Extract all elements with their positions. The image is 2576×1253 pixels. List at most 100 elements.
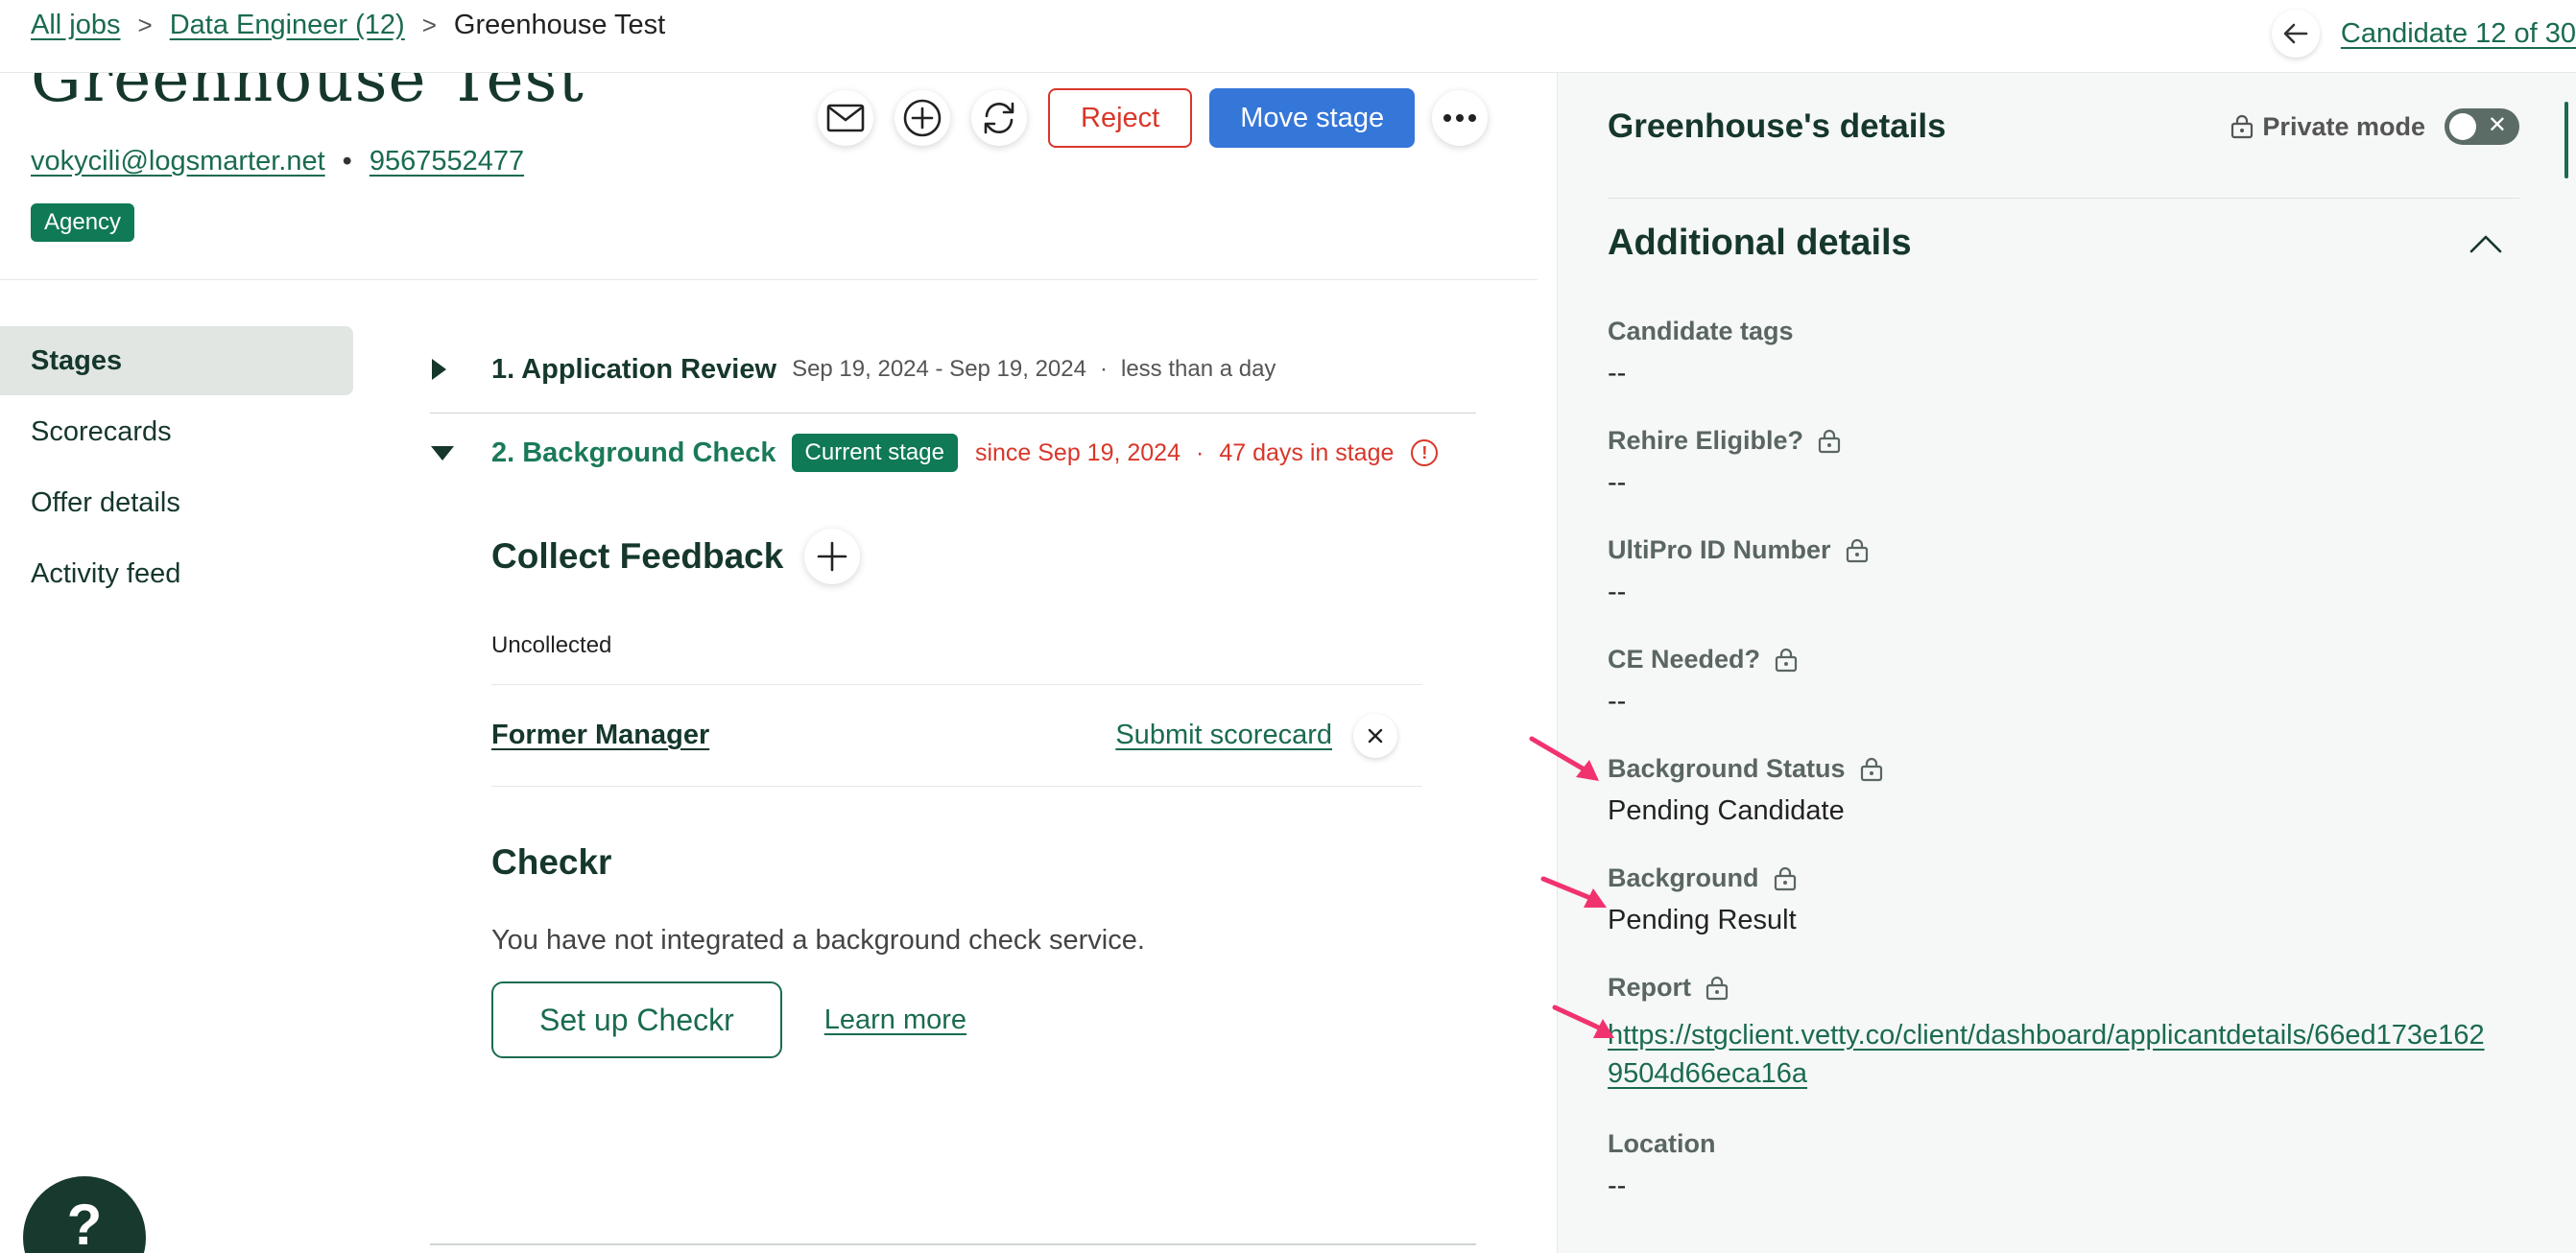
lock-icon: [1860, 757, 1882, 781]
stage-row-background-check[interactable]: 2. Background Check Current stage since …: [430, 419, 1476, 486]
plus-icon: [818, 541, 847, 572]
add-button[interactable]: [894, 90, 950, 146]
stage-duration: less than a day: [1120, 356, 1276, 382]
additional-details-header[interactable]: Additional details: [1608, 223, 2519, 264]
stage-divider: [430, 413, 1476, 414]
triangle-right-icon: [432, 359, 446, 380]
close-icon: [1368, 728, 1383, 743]
transfer-button[interactable]: [971, 90, 1027, 146]
toggle-knob: [2449, 113, 2476, 140]
field-background: Background Pending Result: [1608, 863, 2519, 936]
breadcrumb: All jobs > Data Engineer (12) > Greenhou…: [31, 10, 665, 41]
lock-icon: [1705, 976, 1729, 1000]
add-interviewer-button[interactable]: [804, 529, 861, 584]
help-button[interactable]: ?: [23, 1176, 146, 1253]
nav-item-scorecards[interactable]: Scorecards: [0, 397, 353, 466]
field-value: --: [1608, 467, 1627, 498]
field-value: --: [1608, 686, 1627, 717]
source-badge: Agency: [31, 203, 135, 242]
stages-bottom-divider: [430, 1243, 1476, 1245]
chevron-up-icon[interactable]: [2469, 234, 2502, 253]
field-label-text: Report: [1608, 973, 1691, 1002]
help-icon: ?: [66, 1193, 103, 1253]
field-ce-needed: CE Needed? --: [1608, 645, 2519, 718]
toggle-x-icon: ✕: [2487, 112, 2507, 138]
candidate-email-link[interactable]: vokycili@logsmarter.net: [31, 146, 325, 177]
field-label-text: Rehire Eligible?: [1608, 426, 1804, 455]
remove-interviewer-button[interactable]: [1353, 713, 1397, 758]
nav-item-stages[interactable]: Stages: [0, 326, 353, 395]
field-candidate-tags: Candidate tags --: [1608, 317, 2519, 390]
meta-separator: ·: [1196, 438, 1205, 466]
private-mode-toggle[interactable]: ✕: [2445, 108, 2519, 145]
candidate-phone-link[interactable]: 9567552477: [370, 146, 524, 177]
additional-details-title: Additional details: [1608, 223, 1912, 263]
breadcrumb-separator-icon: >: [137, 11, 153, 39]
breadcrumb-all-jobs[interactable]: All jobs: [31, 10, 121, 41]
private-mode-control: Private mode ✕: [2230, 108, 2519, 145]
field-rehire-eligible: Rehire Eligible? --: [1608, 426, 2519, 499]
field-label-text: Location: [1608, 1129, 1716, 1158]
breadcrumb-job[interactable]: Data Engineer (12): [170, 10, 405, 41]
lock-icon: [1774, 866, 1796, 890]
previous-candidate-button[interactable]: [2271, 10, 2320, 58]
left-nav: Stages Scorecards Offer details Activity…: [0, 326, 353, 610]
stage-title-current: 2. Background Check: [491, 437, 776, 468]
expand-stage-toggle[interactable]: [430, 358, 459, 381]
move-stage-button[interactable]: Move stage: [1209, 88, 1416, 148]
feedback-row: Former Manager Submit scorecard: [491, 685, 1422, 787]
breadcrumb-current: Greenhouse Test: [453, 10, 666, 40]
plus-circle-icon: [903, 99, 942, 137]
email-button[interactable]: [818, 90, 873, 146]
details-panel: Greenhouse's details Private mode ✕ Addi…: [1557, 73, 2576, 1253]
current-stage-badge: Current stage: [791, 434, 958, 472]
collect-feedback-title: Collect Feedback: [491, 536, 784, 576]
additional-details-fields: Candidate tags -- Rehire Eligible? -- Ul…: [1608, 317, 2519, 1239]
learn-more-link[interactable]: Learn more: [824, 1005, 966, 1036]
annotation-arrow-icon: [1552, 1005, 1614, 1038]
more-actions-button[interactable]: [1432, 90, 1489, 146]
field-report: Report https://stgclient.vetty.co/client…: [1608, 973, 2519, 1093]
reject-button[interactable]: Reject: [1048, 88, 1193, 148]
field-label: UltiPro ID Number: [1608, 535, 2519, 565]
mail-icon: [826, 104, 865, 132]
nav-item-offer-details[interactable]: Offer details: [0, 468, 353, 537]
lock-icon: [2231, 114, 2254, 139]
details-panel-title: Greenhouse's details: [1608, 107, 1946, 145]
collapse-stage-toggle[interactable]: [430, 444, 459, 461]
field-ultipro-id: UltiPro ID Number --: [1608, 535, 2519, 608]
candidate-navigation: Candidate 12 of 30: [2271, 10, 2576, 58]
stage-overdue-meta: since Sep 19, 2024 · 47 days in stage !: [975, 438, 1439, 467]
header-divider: [0, 279, 1538, 280]
breadcrumb-separator-icon: >: [421, 11, 437, 39]
setup-checkr-button[interactable]: Set up Checkr: [491, 981, 782, 1058]
checkr-section: Checkr You have not integrated a backgro…: [491, 842, 1476, 1058]
stage-date-range: Sep 19, 2024 - Sep 19, 2024: [792, 356, 1086, 382]
field-label: Rehire Eligible?: [1608, 426, 2519, 456]
top-bar: All jobs > Data Engineer (12) > Greenhou…: [0, 0, 2576, 73]
field-value: Pending Result: [1608, 905, 1797, 935]
field-label-text: Background Status: [1608, 754, 1846, 783]
submit-scorecard-link[interactable]: Submit scorecard: [1115, 720, 1332, 751]
stage-dates: Sep 19, 2024 - Sep 19, 2024 · less than a …: [792, 356, 1276, 383]
field-location: Location --: [1608, 1129, 2519, 1202]
panel-scrollbar[interactable]: [2564, 102, 2568, 178]
stages-list: 1. Application Review Sep 19, 2024 - Sep…: [430, 336, 1476, 1058]
candidate-position-link[interactable]: Candidate 12 of 30: [2341, 18, 2576, 50]
stage-days: 47 days in stage: [1219, 438, 1395, 466]
refresh-icon: [984, 102, 1014, 134]
field-value: --: [1608, 358, 1627, 389]
alert-circle-icon[interactable]: !: [1411, 439, 1439, 466]
field-label-text: Background: [1608, 863, 1759, 892]
report-link[interactable]: https://stgclient.vetty.co/client/dashbo…: [1608, 1016, 2491, 1093]
field-value: --: [1608, 1170, 1627, 1201]
candidate-contact: vokycili@logsmarter.net • 9567552477: [31, 146, 524, 177]
stage-row-application-review[interactable]: 1. Application Review Sep 19, 2024 - Sep…: [430, 336, 1476, 403]
field-value: Pending Candidate: [1608, 795, 1845, 826]
annotation-arrow-icon: [1540, 876, 1607, 908]
interviewer-link[interactable]: Former Manager: [491, 720, 709, 751]
nav-item-activity-feed[interactable]: Activity feed: [0, 539, 353, 608]
lock-icon: [1775, 648, 1798, 672]
stage-body: Collect Feedback Uncollected Former Mana…: [430, 486, 1476, 1058]
candidate-actions: Reject Move stage: [818, 88, 1489, 148]
